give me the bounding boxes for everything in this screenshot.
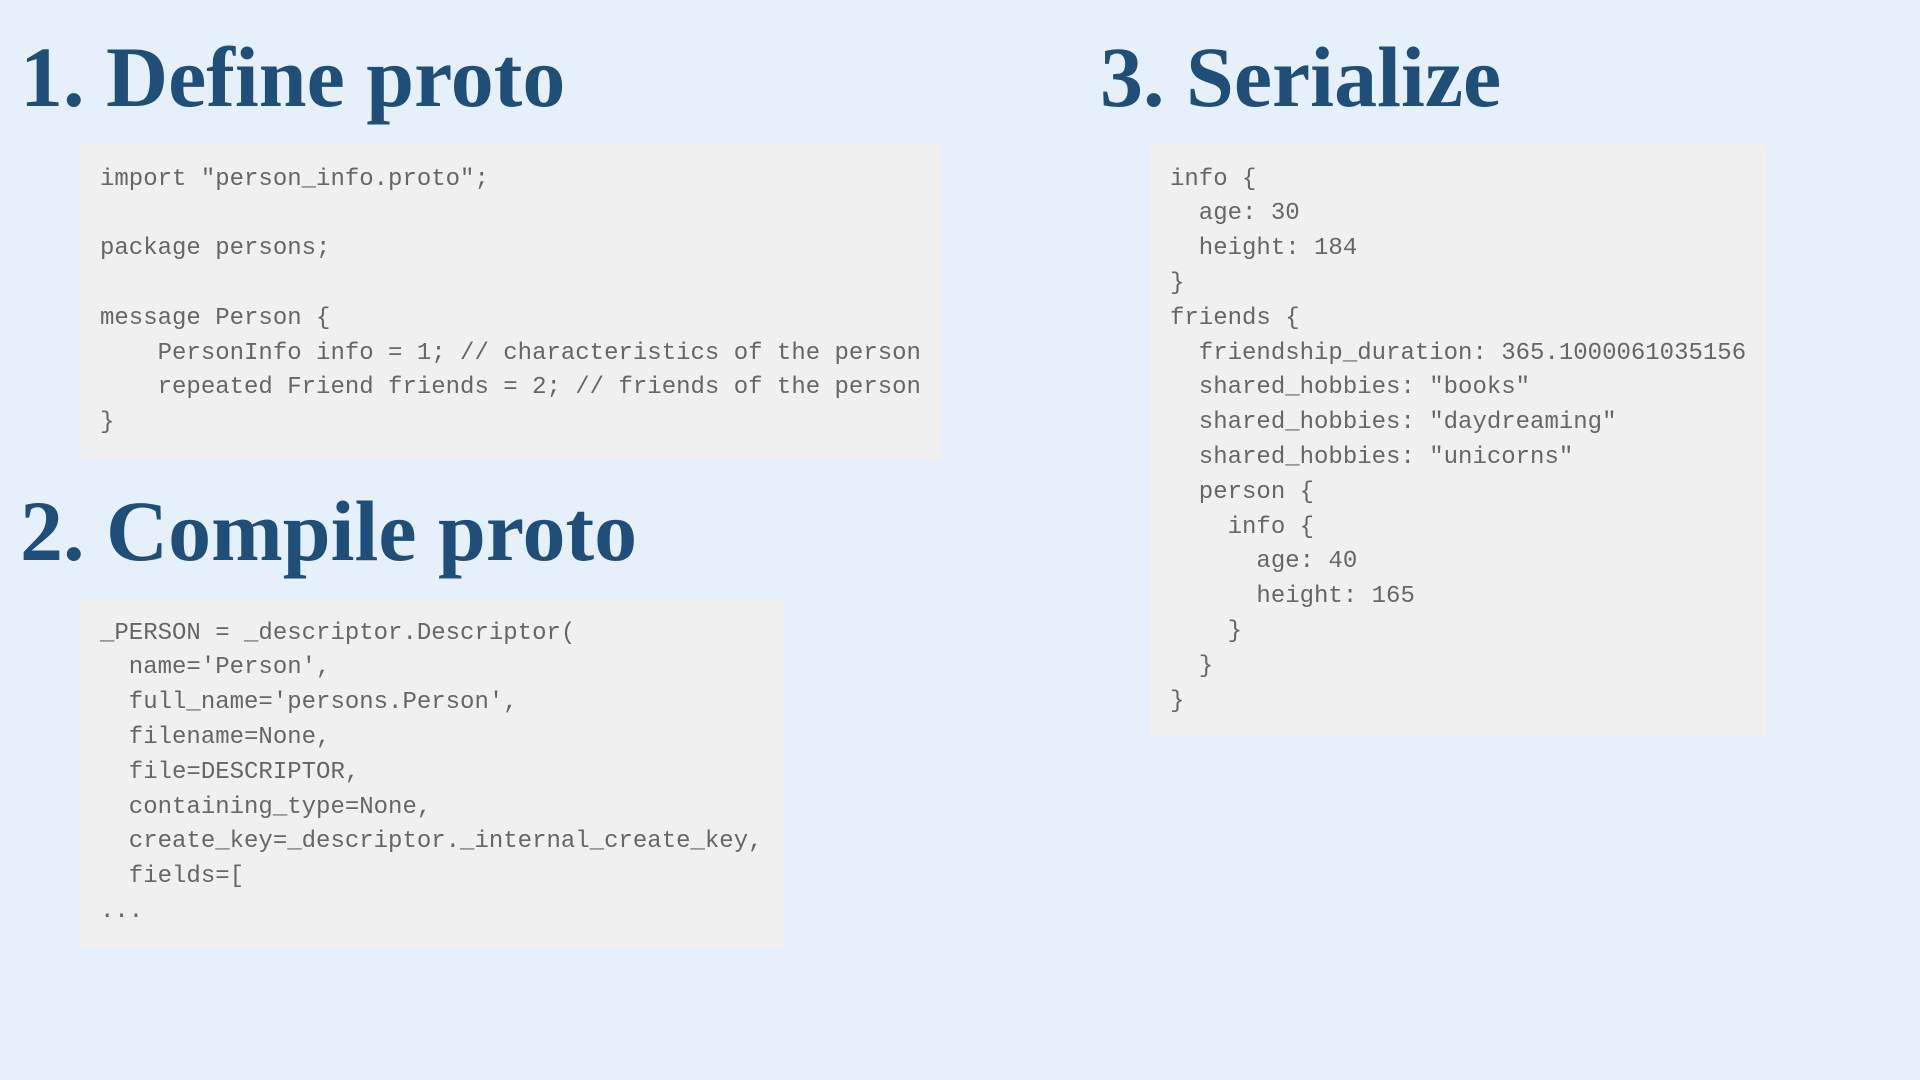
slide-container: 1. Define proto import "person_info.prot… — [20, 30, 1900, 1050]
heading-define-proto: 1. Define proto — [20, 30, 980, 125]
heading-serialize: 3. Serialize — [1100, 30, 1900, 125]
right-column: 3. Serialize info { age: 30 height: 184 … — [1020, 30, 1900, 1050]
code-block-compile: _PERSON = _descriptor.Descriptor( name='… — [80, 599, 783, 948]
heading-compile-proto: 2. Compile proto — [20, 484, 980, 579]
code-block-define: import "person_info.proto"; package pers… — [80, 145, 941, 459]
left-column: 1. Define proto import "person_info.prot… — [20, 30, 980, 1050]
code-block-serialize: info { age: 30 height: 184 } friends { f… — [1150, 145, 1766, 738]
